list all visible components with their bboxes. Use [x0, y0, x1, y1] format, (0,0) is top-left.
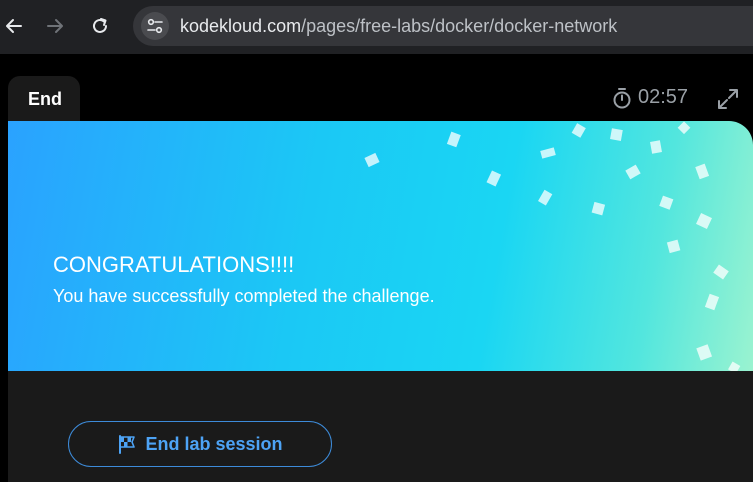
stopwatch-icon: [613, 87, 631, 108]
checkered-flag-icon: [119, 435, 136, 454]
end-lab-session-label: End lab session: [145, 433, 283, 454]
congratulations-subtitle: You have successfully completed the chal…: [53, 286, 435, 306]
reload-icon: [93, 18, 107, 33]
session-timer: 02:57: [612, 86, 688, 109]
reload-button[interactable]: [86, 12, 114, 40]
arrow-left-icon: [6, 19, 22, 33]
confetti-decoration: [364, 121, 741, 371]
forward-button[interactable]: [41, 12, 69, 40]
fullscreen-button[interactable]: [716, 87, 740, 111]
browser-toolbar: kodekloud.com/pages/free-labs/docker/doc…: [0, 0, 753, 54]
url-text[interactable]: kodekloud.com/pages/free-labs/docker/doc…: [180, 16, 617, 37]
site-info-button[interactable]: [141, 12, 169, 40]
back-button[interactable]: [0, 12, 28, 40]
end-lab-session-button[interactable]: End lab session: [68, 421, 332, 467]
url-host: kodekloud.com: [180, 16, 302, 36]
tune-icon: [147, 18, 163, 34]
congratulations-title: CONGRATULATIONS!!!!: [53, 252, 295, 277]
congratulations-banner: CONGRATULATIONS!!!! You have successfull…: [8, 121, 753, 371]
expand-icon: [718, 89, 738, 109]
address-bar[interactable]: kodekloud.com/pages/free-labs/docker/doc…: [133, 6, 753, 46]
arrow-right-icon: [47, 19, 63, 33]
timer-value: 02:57: [638, 86, 689, 108]
url-path: /pages/free-labs/docker/docker-network: [301, 16, 618, 36]
tab-end[interactable]: End: [8, 76, 80, 126]
tab-end-label: End: [28, 89, 62, 109]
